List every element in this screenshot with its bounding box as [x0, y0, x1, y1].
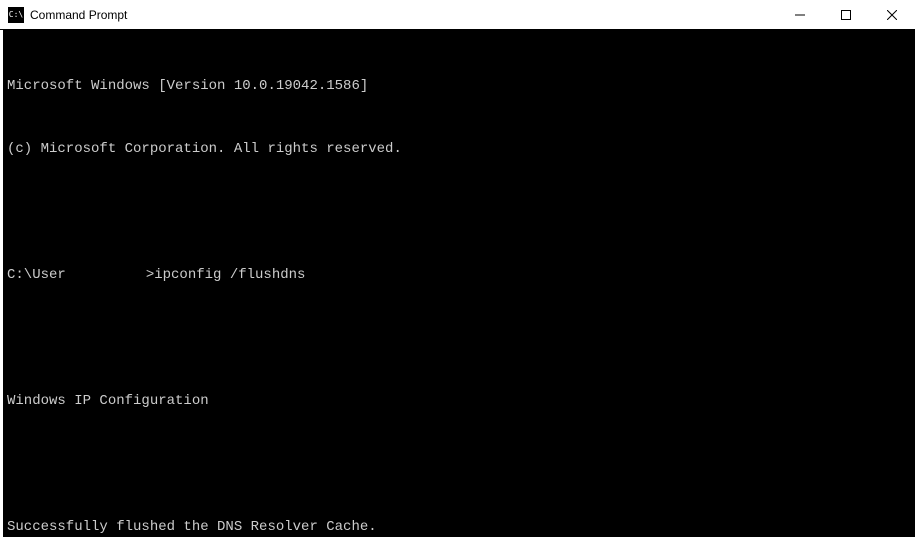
window-title: Command Prompt [30, 8, 127, 22]
copyright-line: (c) Microsoft Corporation. All rights re… [7, 139, 911, 160]
blank-line [7, 328, 911, 349]
command-text: >ipconfig /flushdns [146, 267, 306, 283]
close-button[interactable] [869, 0, 915, 29]
minimize-button[interactable] [777, 0, 823, 29]
minimize-icon [795, 10, 805, 20]
result-message: Successfully flushed the DNS Resolver Ca… [7, 517, 911, 537]
blank-line [7, 454, 911, 475]
titlebar-controls [777, 0, 915, 29]
command-line: C:\User >ipconfig /flushdns [7, 265, 911, 286]
cmd-icon: C:\ [8, 7, 24, 23]
titlebar[interactable]: C:\ Command Prompt [0, 0, 915, 30]
close-icon [887, 10, 897, 20]
terminal-output[interactable]: Microsoft Windows [Version 10.0.19042.15… [0, 30, 915, 537]
maximize-button[interactable] [823, 0, 869, 29]
titlebar-left: C:\ Command Prompt [8, 7, 127, 23]
prompt-prefix: C:\User [7, 267, 66, 283]
command-prompt-window: C:\ Command Prompt Microsoft Windows [Ve… [0, 0, 915, 537]
blank-line [7, 202, 911, 223]
version-line: Microsoft Windows [Version 10.0.19042.15… [7, 76, 911, 97]
maximize-icon [841, 10, 851, 20]
section-header: Windows IP Configuration [7, 391, 911, 412]
